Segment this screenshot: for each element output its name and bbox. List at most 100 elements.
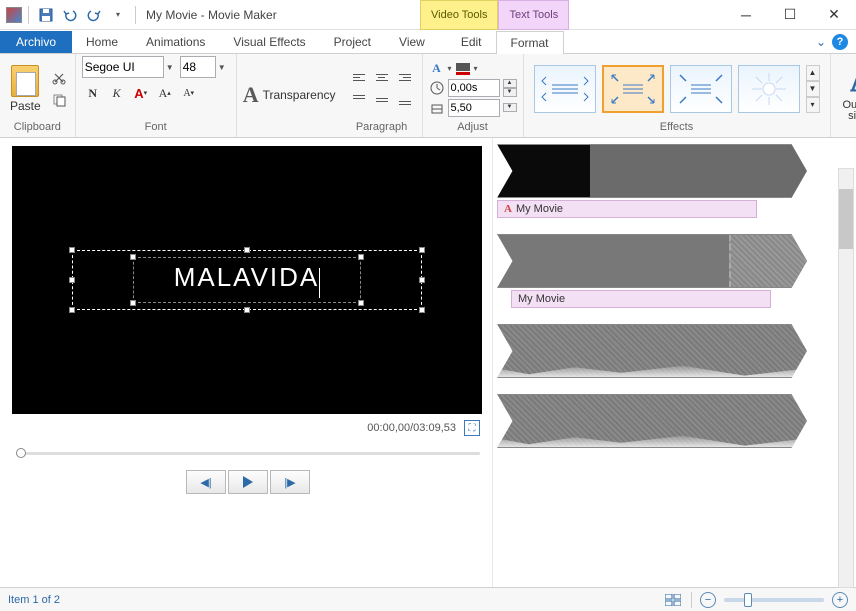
group-adjust: A ▾ ▾ ▲▼ ▼ Adjust [423,54,524,137]
timeline-clip[interactable]: AMy Movie [497,144,852,218]
resize-handle[interactable] [69,247,75,253]
start-time-icon [429,80,445,96]
effect-scroll-in[interactable] [534,65,596,113]
tab-animations[interactable]: Animations [132,31,219,53]
minimize-button[interactable]: ─ [724,0,768,30]
zoom-out-button[interactable]: − [700,592,716,608]
play-icon [243,476,253,488]
tab-file[interactable]: Archivo [0,31,72,53]
title-text-content[interactable]: MALAVIDA [174,262,320,292]
vertical-scrollbar[interactable] [838,168,854,588]
resize-handle[interactable] [419,277,425,283]
resize-handle[interactable] [419,247,425,253]
dropdown-button[interactable]: ▼ [503,103,517,112]
thumbnail-view-button[interactable] [663,592,683,608]
preview-pane: MALAVIDA 00:00,00/03:09,53 ⛶ ◀| |▶ [0,138,492,587]
effect-flare[interactable] [738,65,800,113]
tab-home[interactable]: Home [72,31,132,53]
transparency-button[interactable]: Transparency [263,88,336,102]
next-frame-button[interactable]: |▶ [270,470,310,494]
ribbon: Paste Clipboard ▼ ▼ N K A▾ A▴ A▾ [0,54,856,138]
resize-handle[interactable] [130,300,136,306]
prev-frame-button[interactable]: ◀| [186,470,226,494]
resize-handle[interactable] [130,254,136,260]
tab-view[interactable]: View [385,31,439,53]
align-top-button[interactable] [348,89,370,111]
background-color-button[interactable] [455,61,471,77]
gallery-expand[interactable]: ▾ [806,97,820,113]
align-center-button[interactable] [371,66,393,88]
clip-text-label[interactable]: AMy Movie [497,200,757,218]
ribbon-collapse-button[interactable]: ⌄ [816,35,826,49]
play-button[interactable] [228,470,268,494]
bold-button[interactable]: N [82,82,104,104]
font-size-select[interactable] [180,56,216,78]
group-paragraph-label: Paragraph [348,121,416,135]
video-preview[interactable]: MALAVIDA [12,146,482,414]
gallery-scroll-up[interactable]: ▲ [806,65,820,81]
scrollbar-thumb[interactable] [839,189,853,249]
save-button[interactable] [35,4,57,26]
align-left-button[interactable] [348,66,370,88]
group-clipboard: Paste Clipboard [0,54,76,137]
spin-down-button[interactable]: ▼ [503,88,517,97]
text-box-selection[interactable]: MALAVIDA [72,250,422,310]
qat-customize-button[interactable]: ▾ [107,4,129,26]
redo-button[interactable] [83,4,105,26]
paste-button[interactable]: Paste [6,63,45,115]
seek-bar[interactable] [12,446,484,460]
close-button[interactable]: ✕ [812,0,856,30]
undo-button[interactable] [59,4,81,26]
outline-size-icon: A [851,68,856,98]
resize-handle[interactable] [69,307,75,313]
italic-button[interactable]: K [106,82,128,104]
start-time-input[interactable] [448,79,500,97]
resize-handle[interactable] [69,277,75,283]
font-color-button[interactable]: A▾ [130,82,152,104]
copy-button[interactable] [49,90,69,110]
resize-handle[interactable] [358,300,364,306]
align-right-button[interactable] [394,66,416,88]
effect-zoom-out[interactable] [670,65,732,113]
tab-visual-effects[interactable]: Visual Effects [219,31,319,53]
clipboard-icon [11,65,39,97]
grow-font-button[interactable]: A▴ [154,82,176,104]
zoom-slider[interactable] [724,598,824,602]
maximize-button[interactable]: ☐ [768,0,812,30]
tab-project[interactable]: Project [320,31,385,53]
cut-button[interactable] [49,68,69,88]
align-bottom-button[interactable] [394,89,416,111]
edit-text-button[interactable]: A [429,61,445,77]
status-item-count: Item 1 of 2 [8,594,60,606]
group-font-label: Font [82,121,230,135]
font-name-select[interactable] [82,56,164,78]
seek-thumb[interactable] [16,448,26,458]
group-effects-label: Effects [530,121,824,135]
duration-input[interactable] [448,99,500,117]
spin-up-button[interactable]: ▲ [503,79,517,88]
chevron-down-icon[interactable]: ▼ [166,63,178,72]
timeline-clip[interactable] [497,324,852,378]
gallery-scroll-down[interactable]: ▼ [806,81,820,97]
resize-handle[interactable] [358,254,364,260]
clip-text-label[interactable]: My Movie [511,290,771,308]
app-icon [6,7,22,23]
tab-edit[interactable]: Edit [447,31,496,53]
zoom-thumb[interactable] [744,593,752,607]
tab-format[interactable]: Format [496,31,564,54]
fullscreen-button[interactable]: ⛶ [464,420,480,436]
video-tools-label: Video Tools [420,0,498,30]
shrink-font-button[interactable]: A▾ [178,82,200,104]
chevron-down-icon[interactable]: ▼ [218,63,230,72]
resize-handle[interactable] [244,247,250,253]
help-icon[interactable]: ? [832,34,848,50]
align-middle-button[interactable] [371,89,393,111]
effect-zoom-in[interactable] [602,65,664,113]
resize-handle[interactable] [419,307,425,313]
zoom-in-button[interactable]: + [832,592,848,608]
timeline-clip[interactable]: My Movie [497,234,852,308]
resize-handle[interactable] [244,307,250,313]
timeline-clip[interactable] [497,394,852,448]
group-font: ▼ ▼ N K A▾ A▴ A▾ Font [76,54,237,137]
outline-size-button[interactable]: A Outline size▾ [837,66,856,124]
